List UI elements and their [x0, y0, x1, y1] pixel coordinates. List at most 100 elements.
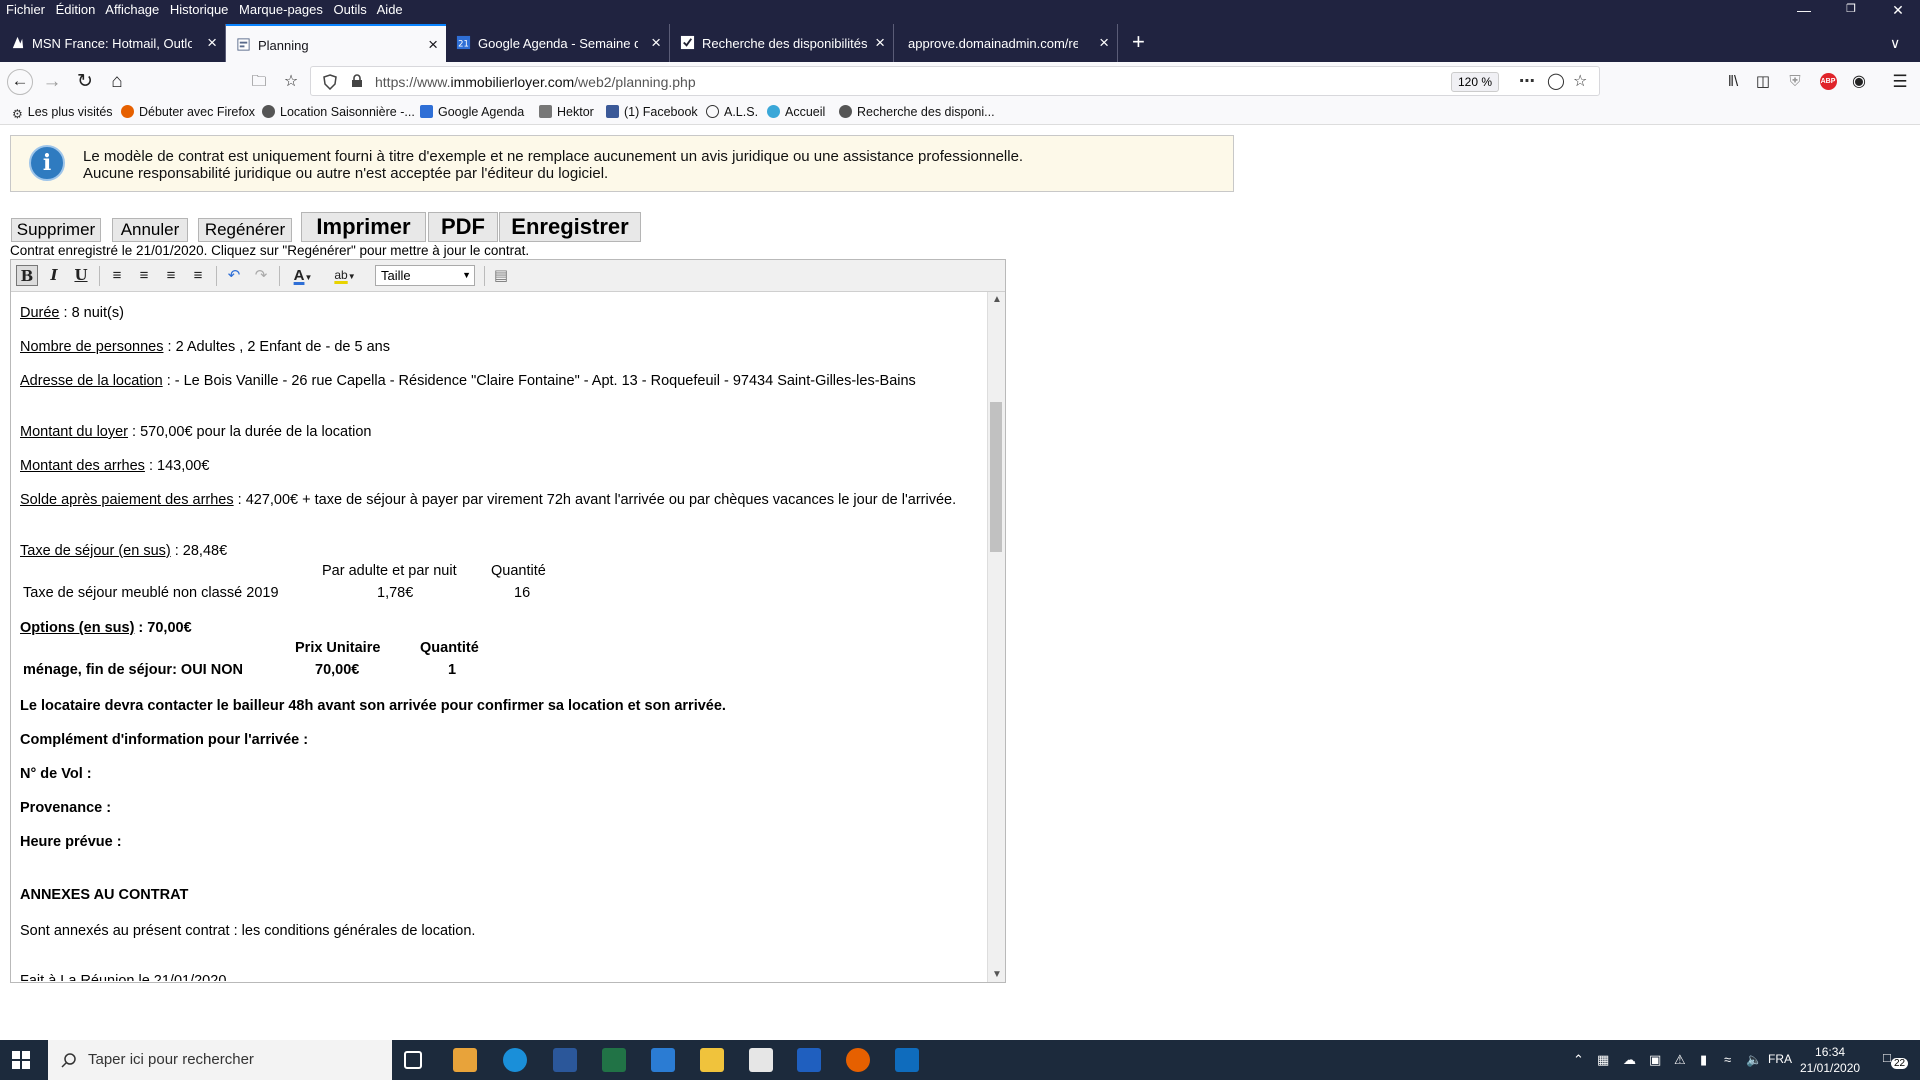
language-indicator[interactable]: FRA [1768, 1052, 1792, 1066]
windows-start-icon[interactable] [12, 1051, 30, 1069]
wifi-icon[interactable]: ≈ [1724, 1052, 1731, 1067]
redo-icon[interactable]: ↷ [250, 265, 272, 286]
justify-icon[interactable]: ≡ [187, 265, 209, 286]
tab-msn[interactable]: MSN France: Hotmail, Outlook, × [0, 24, 226, 62]
close-tab-icon[interactable]: × [207, 33, 217, 53]
zoom-level[interactable]: 120 % [1451, 72, 1500, 92]
text-color-icon[interactable]: A▼ [286, 265, 320, 286]
tray-app-icon[interactable]: ▦ [1597, 1052, 1609, 1068]
tray-chevron-icon[interactable]: ⌃ [1573, 1052, 1584, 1068]
bookmark-plus-visites[interactable]: ⚙ Les plus visités [12, 105, 113, 121]
teamviewer-icon[interactable] [503, 1048, 527, 1072]
enregistrer-button[interactable]: Enregistrer [499, 212, 641, 242]
shield-icon[interactable] [323, 74, 337, 90]
bookmark-star-icon[interactable]: ☆ [1573, 71, 1587, 91]
close-window-icon[interactable]: ✕ [1883, 2, 1913, 19]
close-tab-icon[interactable]: × [651, 33, 661, 53]
close-tab-icon[interactable]: × [428, 35, 438, 55]
pocket-icon[interactable]: ◯ [1547, 71, 1565, 91]
bookmark-location-saisonniere[interactable]: Location Saisonnière -... [262, 105, 415, 119]
tab-approve[interactable]: approve.domainadmin.com/regist × [894, 24, 1118, 62]
scrollbar-thumb[interactable] [990, 402, 1002, 552]
tray-app-icon[interactable]: ▣ [1649, 1052, 1661, 1068]
undo-icon[interactable]: ↶ [223, 265, 245, 286]
tray-network-alert-icon[interactable]: ⚠ [1674, 1052, 1686, 1068]
editor-scrollbar[interactable]: ▲ ▼ [987, 292, 1005, 982]
minimize-icon[interactable]: — [1789, 2, 1819, 18]
menu-aide[interactable]: Aide [377, 2, 403, 17]
back-arrow-icon[interactable]: ← [7, 69, 33, 95]
regenerer-button[interactable]: Regénérer [198, 218, 292, 242]
highlight-color-icon[interactable]: ab▼ [327, 265, 363, 286]
scroll-down-icon[interactable]: ▼ [992, 969, 1002, 980]
task-view-icon[interactable] [404, 1051, 422, 1069]
pocket-save-icon[interactable]: ☆ [278, 69, 304, 95]
menu-edition[interactable]: Édition [56, 2, 96, 17]
menu-historique[interactable]: Historique [170, 2, 229, 17]
bookmark-facebook[interactable]: (1) Facebook [606, 105, 698, 119]
underline-button[interactable]: U [70, 265, 92, 286]
tab-list-icon[interactable]: ∨ [1882, 24, 1912, 62]
home-icon[interactable]: ⌂ [104, 69, 130, 95]
bold-button[interactable]: B [16, 265, 38, 286]
tray-sync-icon[interactable]: ☁ [1623, 1052, 1636, 1068]
extension-shield-icon[interactable]: ⛨ [1782, 69, 1808, 95]
lock-icon[interactable] [351, 74, 363, 88]
outlook-icon[interactable] [895, 1048, 919, 1072]
extension-icon[interactable]: ◉ [1846, 69, 1872, 95]
library-icon[interactable]: ‖\ [1720, 69, 1746, 95]
url-text[interactable]: https://www.immobilierloyer.com/web2/pla… [375, 74, 696, 90]
editor-app-icon[interactable] [651, 1048, 675, 1072]
page-break-icon[interactable]: ▤ [490, 265, 512, 286]
bookmark-accueil[interactable]: Accueil [767, 105, 825, 119]
adblock-icon[interactable]: ABP [1815, 69, 1841, 95]
file-explorer-icon[interactable] [700, 1048, 724, 1072]
bookmark-hektor[interactable]: Hektor [539, 105, 594, 119]
bookmark-debuter-firefox[interactable]: Débuter avec Firefox [121, 105, 255, 119]
url-bar[interactable]: https://www.immobilierloyer.com/web2/pla… [310, 66, 1600, 96]
bookmark-recherche[interactable]: Recherche des disponi... [839, 105, 995, 119]
notification-center-icon[interactable]: □ 22 [1883, 1050, 1909, 1069]
close-tab-icon[interactable]: × [1099, 33, 1109, 53]
imprimer-button[interactable]: Imprimer [301, 212, 426, 242]
word-icon[interactable] [553, 1048, 577, 1072]
media-player-icon[interactable] [453, 1048, 477, 1072]
forward-arrow-icon[interactable]: → [39, 69, 65, 95]
font-size-select[interactable]: Taille ▼ [375, 265, 475, 286]
calculator-icon[interactable] [749, 1048, 773, 1072]
supprimer-button[interactable]: Supprimer [11, 218, 101, 242]
annuler-button[interactable]: Annuler [112, 218, 188, 242]
sidebar-icon[interactable]: ◫ [1750, 69, 1776, 95]
excel-icon[interactable] [602, 1048, 626, 1072]
firefox-icon[interactable] [846, 1048, 870, 1072]
align-left-icon[interactable]: ≡ [106, 265, 128, 286]
page-actions-icon[interactable]: ⋯ [1519, 71, 1535, 91]
tab-recherche[interactable]: Recherche des disponibilités × [670, 24, 894, 62]
new-tab-icon[interactable]: + [1124, 24, 1158, 62]
folder-icon[interactable]: 🗀 [246, 69, 272, 95]
taskbar-search[interactable]: Taper ici pour rechercher [48, 1040, 392, 1080]
menu-affichage[interactable]: Affichage [105, 2, 159, 17]
contract-content[interactable]: Durée : 8 nuit(s) Nombre de personnes : … [20, 293, 980, 981]
align-center-icon[interactable]: ≡ [133, 265, 155, 286]
menu-outils[interactable]: Outils [334, 2, 367, 17]
pdf-button[interactable]: PDF [428, 212, 498, 242]
menu-marque-pages[interactable]: Marque-pages [239, 2, 323, 17]
restore-icon[interactable]: ❐ [1836, 2, 1866, 15]
battery-icon[interactable]: ▮ [1700, 1052, 1707, 1068]
badge-icon [839, 105, 852, 118]
align-right-icon[interactable]: ≡ [160, 265, 182, 286]
scroll-up-icon[interactable]: ▲ [992, 294, 1002, 305]
bookmark-google-agenda[interactable]: Google Agenda [420, 105, 524, 119]
bookmark-als[interactable]: A.L.S. [706, 105, 758, 119]
calendar-app-icon[interactable] [797, 1048, 821, 1072]
close-tab-icon[interactable]: × [875, 33, 885, 53]
speaker-icon[interactable]: 🔈 [1746, 1052, 1762, 1068]
clock[interactable]: 16:34 21/01/2020 [1800, 1044, 1860, 1076]
hamburger-menu-icon[interactable]: ☰ [1887, 69, 1913, 95]
tab-planning[interactable]: Planning × [226, 24, 446, 62]
reload-icon[interactable]: ↻ [72, 69, 98, 95]
tab-google-agenda[interactable]: 21 Google Agenda - Semaine du 2 × [446, 24, 670, 62]
italic-button[interactable]: I [43, 265, 65, 286]
menu-fichier[interactable]: Fichier [6, 2, 45, 17]
